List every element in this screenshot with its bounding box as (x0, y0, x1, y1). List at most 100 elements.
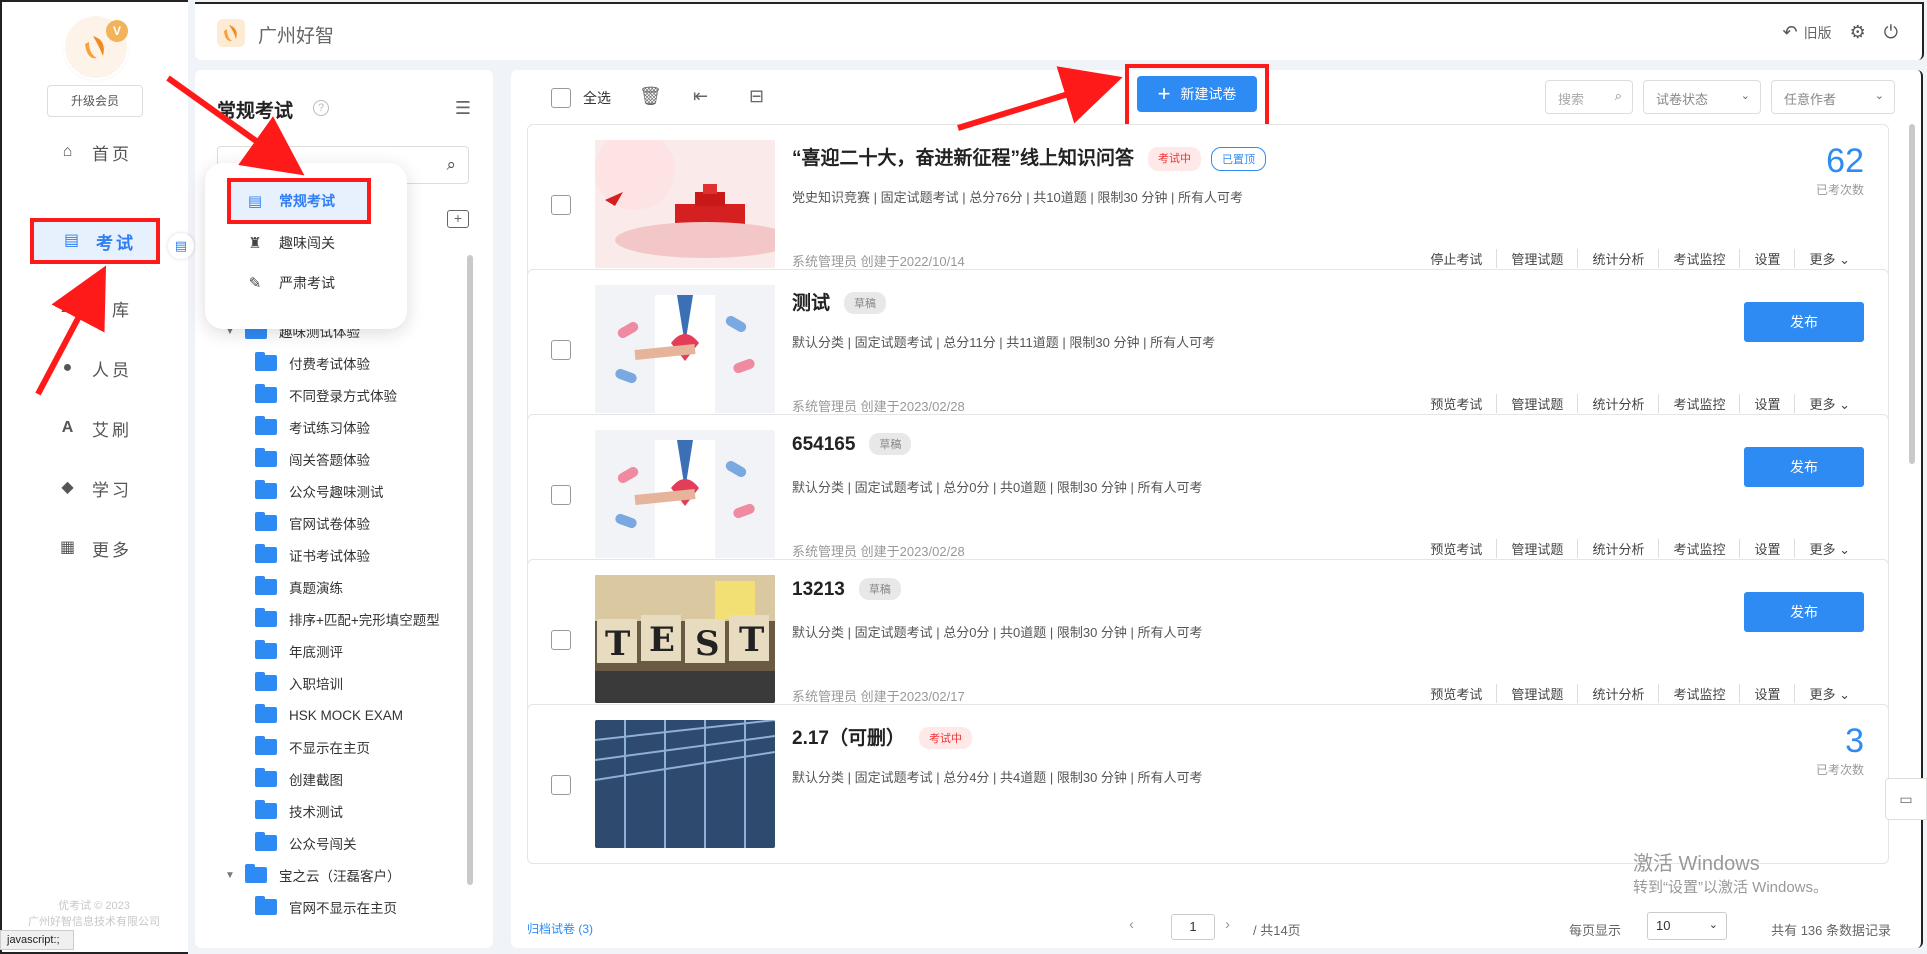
select-all[interactable]: 全选 (551, 88, 611, 108)
card-action-link[interactable]: 统计分析 (1577, 249, 1658, 268)
popup-item-fun-challenge[interactable]: ♜ 趣味闯关 (245, 225, 335, 261)
card-checkbox[interactable] (551, 630, 571, 650)
exam-card[interactable]: 654165 草稿 默认分类 | 固定试题考试 | 总分0分 | 共0道题 | 限制… (527, 414, 1889, 574)
tree-folder-item[interactable]: 排序+匹配+完形填空题型 (225, 603, 455, 635)
gear-icon[interactable]: ⚙ (1850, 22, 1866, 43)
nav-person[interactable]: ● 人员 (60, 350, 160, 386)
list-scrollbar[interactable] (1909, 124, 1915, 464)
nav-exam[interactable]: ▤ 考试 (30, 218, 160, 264)
card-action-link[interactable]: 设置 (1739, 249, 1794, 268)
card-action-link[interactable]: 更多 ⌄ (1794, 394, 1864, 413)
exam-card[interactable]: 测试 草稿 默认分类 | 固定试题考试 | 总分11分 | 共11道题 | 限制30… (527, 269, 1889, 429)
paper-search-input[interactable]: 搜索 ⌕ (1545, 80, 1633, 114)
card-checkbox[interactable] (551, 775, 571, 795)
exam-card[interactable]: T E S T 13213 草稿 默认分类 | 固定试题考试 | 总分0分 | 共0道题 |… (527, 559, 1889, 719)
card-action-link[interactable]: 设置 (1739, 684, 1794, 703)
caret-down-icon[interactable]: ▼ (225, 870, 239, 881)
per-page-select[interactable]: 10 ⌄ (1647, 912, 1727, 940)
archived-papers-link[interactable]: 归档试卷 (3) (527, 920, 593, 937)
exam-thumbnail[interactable]: TEST (595, 575, 775, 703)
help-icon[interactable]: ? (313, 100, 329, 116)
collapse-menu-icon[interactable]: ☰ (455, 98, 471, 119)
exam-thumbnail[interactable] (595, 140, 775, 268)
tree-folder-item[interactable]: HSK MOCK EXAM (225, 699, 455, 731)
exam-card[interactable]: “喜迎二十大，奋进新征程”线上知识问答 考试中 已置顶 党史知识竞赛 | 固定试题考试… (527, 124, 1889, 284)
tree-folder-item[interactable]: 公众号闯关 (225, 827, 455, 859)
card-action-link[interactable]: 更多 ⌄ (1794, 249, 1864, 268)
card-action-link[interactable]: 考试监控 (1658, 539, 1739, 558)
category-scrollbar[interactable] (467, 255, 473, 885)
exam-title[interactable]: 2.17（可删） 考试中 (792, 723, 972, 750)
publish-button[interactable]: 发布 (1744, 302, 1864, 342)
tree-folder-item[interactable]: ▼ 宝之云（汪磊客户） (225, 859, 455, 891)
card-action-link[interactable]: 管理试题 (1496, 684, 1577, 703)
move-folder-icon[interactable]: ⇤ (693, 86, 708, 107)
card-action-link[interactable]: 管理试题 (1496, 249, 1577, 268)
publish-button[interactable]: 发布 (1744, 447, 1864, 487)
exam-title[interactable]: 测试 草稿 (792, 288, 887, 315)
tree-folder-item[interactable]: 年底测评 (225, 635, 455, 667)
select-all-checkbox[interactable] (551, 88, 571, 108)
card-action-link[interactable]: 预览考试 (1416, 394, 1496, 413)
power-icon[interactable]: ⏻ (1884, 22, 1898, 43)
exam-thumbnail[interactable] (595, 285, 775, 413)
exam-card[interactable]: 2.17（可删） 考试中 默认分类 | 固定试题考试 | 总分4分 | 共4道题 |… (527, 704, 1889, 864)
tree-folder-item[interactable]: 官网试卷体验 (225, 507, 455, 539)
popup-item-regular-exam[interactable]: ▤ 常规考试 (227, 178, 371, 224)
exam-title[interactable]: 13213 草稿 (792, 578, 901, 601)
card-action-link[interactable]: 更多 ⌄ (1794, 684, 1864, 703)
tree-folder-item[interactable]: 闯关答题体验 (225, 443, 455, 475)
card-action-link[interactable]: 考试监控 (1658, 394, 1739, 413)
card-action-link[interactable]: 设置 (1739, 539, 1794, 558)
popup-item-strict-exam[interactable]: ✎ 严肃考试 (245, 265, 335, 301)
nav-home[interactable]: ⌂ 首页 (60, 134, 160, 170)
card-checkbox[interactable] (551, 195, 571, 215)
add-folder-icon[interactable]: + (447, 210, 469, 228)
trash-icon[interactable]: 🗑 (639, 86, 662, 107)
card-action-link[interactable]: 考试监控 (1658, 684, 1739, 703)
nav-study[interactable]: ◆ 学习 (60, 470, 160, 506)
next-page-icon[interactable]: › (1225, 916, 1230, 933)
tree-folder-item[interactable]: 不同登录方式体验 (225, 379, 455, 411)
card-action-link[interactable]: 统计分析 (1577, 539, 1658, 558)
tree-folder-item[interactable]: 证书考试体验 (225, 539, 455, 571)
tree-folder-item[interactable]: 技术测试 (225, 795, 455, 827)
card-action-link[interactable]: 设置 (1739, 394, 1794, 413)
tree-folder-item[interactable]: 公众号趣味测试 (225, 475, 455, 507)
tree-folder-item[interactable]: 考试练习体验 (225, 411, 455, 443)
page-number-input[interactable]: 1 (1171, 914, 1215, 940)
card-action-link[interactable]: 预览考试 (1416, 684, 1496, 703)
nav-brush[interactable]: A 艾刷 (60, 410, 160, 446)
chat-icon[interactable]: ▭ (1885, 778, 1927, 820)
card-action-link[interactable]: 考试监控 (1658, 249, 1739, 268)
old-version-link[interactable]: ↶ 旧版 (1783, 22, 1832, 43)
author-filter-select[interactable]: 任意作者 ⌄ (1771, 80, 1895, 114)
exam-thumbnail[interactable] (595, 430, 775, 558)
exam-title[interactable]: “喜迎二十大，奋进新征程”线上知识问答 考试中 已置顶 (792, 143, 1267, 171)
card-action-link[interactable]: 管理试题 (1496, 394, 1577, 413)
publish-button[interactable]: 发布 (1744, 592, 1864, 632)
tree-folder-item[interactable]: 真题演练 (225, 571, 455, 603)
tree-folder-item[interactable]: 不显示在主页 (225, 731, 455, 763)
nav-more[interactable]: ▦ 更多 (60, 530, 160, 566)
card-action-link[interactable]: 管理试题 (1496, 539, 1577, 558)
tree-folder-item[interactable]: 付费考试体验 (225, 347, 455, 379)
new-paper-button[interactable]: + 新建试卷 (1137, 76, 1257, 112)
tree-folder-item[interactable]: 官网不显示在主页 (225, 891, 455, 923)
upgrade-member-button[interactable]: 升级会员 (47, 85, 143, 117)
prev-page-icon[interactable]: ‹ (1129, 916, 1134, 933)
archive-icon[interactable]: ⊟ (749, 86, 764, 107)
exam-thumbnail[interactable] (595, 720, 775, 848)
tree-folder-item[interactable]: 入职培训 (225, 667, 455, 699)
tree-folder-item[interactable]: 创建截图 (225, 763, 455, 795)
nav-bank[interactable]: ☰ 库 (60, 290, 160, 326)
card-action-link[interactable]: 停止考试 (1416, 249, 1496, 268)
status-filter-select[interactable]: 试卷状态 ⌄ (1643, 80, 1761, 114)
exam-title[interactable]: 654165 草稿 (792, 433, 912, 456)
card-action-link[interactable]: 预览考试 (1416, 539, 1496, 558)
card-action-link[interactable]: 统计分析 (1577, 684, 1658, 703)
card-action-link[interactable]: 统计分析 (1577, 394, 1658, 413)
exam-type-toggle-icon[interactable]: ▤ (168, 233, 194, 259)
card-checkbox[interactable] (551, 485, 571, 505)
card-checkbox[interactable] (551, 340, 571, 360)
